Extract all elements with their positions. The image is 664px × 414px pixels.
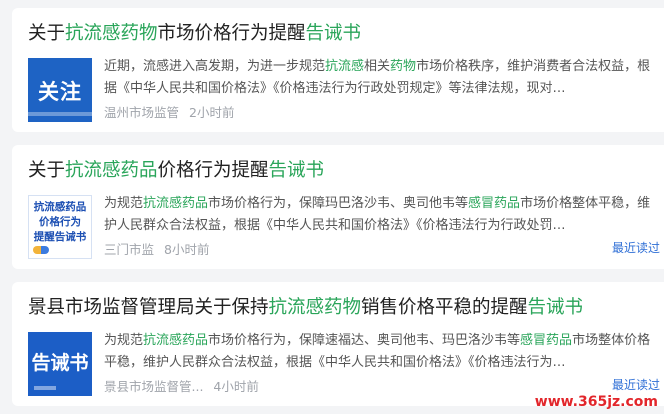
thumbnail-label: 关注 xyxy=(38,80,82,104)
title-keyword: 抗流感药品 xyxy=(65,160,158,181)
article-title[interactable]: 关于抗流感药物市场价格行为提醒告诫书 xyxy=(28,20,652,48)
article-meta: 景县市场监督管... 4小时前 xyxy=(104,376,259,395)
thumbnail-line: 抗流感药品 xyxy=(33,201,87,213)
title-keyword: 抗流感药物 xyxy=(268,297,362,318)
summary-keyword: 感冒药品 xyxy=(468,196,521,211)
article-title[interactable]: 景县市场监督管理局关于保持抗流感药物销售价格平稳的提醒告诫书 xyxy=(28,294,652,322)
summary-text: 为规范 xyxy=(104,196,144,211)
summary-keyword: 抗流感药品 xyxy=(143,196,209,211)
thumbnail-stripe xyxy=(28,112,92,116)
title-text: 销售价格平稳的提醒 xyxy=(361,297,528,318)
title-text: 关于 xyxy=(28,160,66,181)
recently-read-link[interactable]: 最近读过 xyxy=(612,239,660,256)
summary-text: 近期，流感进入高发期，为进一步规范 xyxy=(104,59,326,74)
article-thumbnail[interactable]: 关注 xyxy=(28,58,92,122)
title-text: 景县市场监督管理局关于保持 xyxy=(28,297,269,318)
article-meta: 温州市场监管 2小时前 xyxy=(104,102,234,121)
site-watermark: www.365jz.com xyxy=(534,394,658,410)
summary-text: 相关 xyxy=(364,59,391,74)
title-keyword: 告诫书 xyxy=(527,297,584,318)
summary-keyword: 药物 xyxy=(390,59,417,74)
article-source: 三门市监 xyxy=(104,242,155,257)
summary-text: 市场价格行为，保障玛巴洛沙韦、奥司他韦等 xyxy=(208,196,469,211)
pill-icon xyxy=(33,246,49,254)
article-meta: 三门市监 8小时前 xyxy=(104,239,209,258)
summary-keyword: 抗流感药品 xyxy=(143,333,209,348)
summary-keyword: 感冒药品 xyxy=(520,333,573,348)
article-thumbnail[interactable]: 抗流感药品 价格行为 提醒告诫书 xyxy=(28,195,92,259)
thumbnail-stripe xyxy=(34,386,56,390)
news-card[interactable]: 关于抗流感药物市场价格行为提醒告诫书 关注 近期，流感进入高发期，为进一步规范抗… xyxy=(12,8,664,132)
article-source: 温州市场监管 xyxy=(104,105,180,120)
article-time: 2小时前 xyxy=(189,105,235,120)
article-time: 8小时前 xyxy=(164,242,210,257)
article-summary: 近期，流感进入高发期，为进一步规范抗流感相关药物市场价格秩序，维护消费者合法权益… xyxy=(104,56,660,100)
title-text: 关于 xyxy=(28,23,66,44)
thumbnail-label: 告诫书 xyxy=(31,352,89,374)
article-thumbnail[interactable]: 告诫书 xyxy=(28,332,92,396)
article-title[interactable]: 关于抗流感药品价格行为提醒告诫书 xyxy=(28,157,652,185)
news-card[interactable]: 关于抗流感药品价格行为提醒告诫书 抗流感药品 价格行为 提醒告诫书 为规范抗流感… xyxy=(12,145,664,269)
title-text: 市场价格行为提醒 xyxy=(157,23,306,44)
title-keyword: 告诫书 xyxy=(268,160,325,181)
article-summary: 为规范抗流感药品市场价格行为，保障速福达、奥司他韦、玛巴洛沙韦等感冒药品市场整体… xyxy=(104,330,660,374)
thumbnail-line: 提醒告诫书 xyxy=(33,231,87,243)
recently-read-link[interactable]: 最近读过 xyxy=(612,376,660,393)
thumbnail-line: 价格行为 xyxy=(39,216,81,228)
summary-text: 市场价格行为，保障速福达、奥司他韦、玛巴洛沙韦等 xyxy=(208,333,521,348)
title-text: 价格行为提醒 xyxy=(157,160,269,181)
article-time: 4小时前 xyxy=(213,379,259,394)
news-card[interactable]: 景县市场监督管理局关于保持抗流感药物销售价格平稳的提醒告诫书 告诫书 为规范抗流… xyxy=(12,282,664,406)
summary-text: 为规范 xyxy=(104,333,144,348)
summary-keyword: 抗流感 xyxy=(325,59,365,74)
article-source: 景县市场监督管... xyxy=(104,379,204,394)
title-keyword: 告诫书 xyxy=(305,23,362,44)
article-summary: 为规范抗流感药品市场价格行为，保障玛巴洛沙韦、奥司他韦等感冒药品市场价格整体平稳… xyxy=(104,193,660,237)
title-keyword: 抗流感药物 xyxy=(65,23,158,44)
